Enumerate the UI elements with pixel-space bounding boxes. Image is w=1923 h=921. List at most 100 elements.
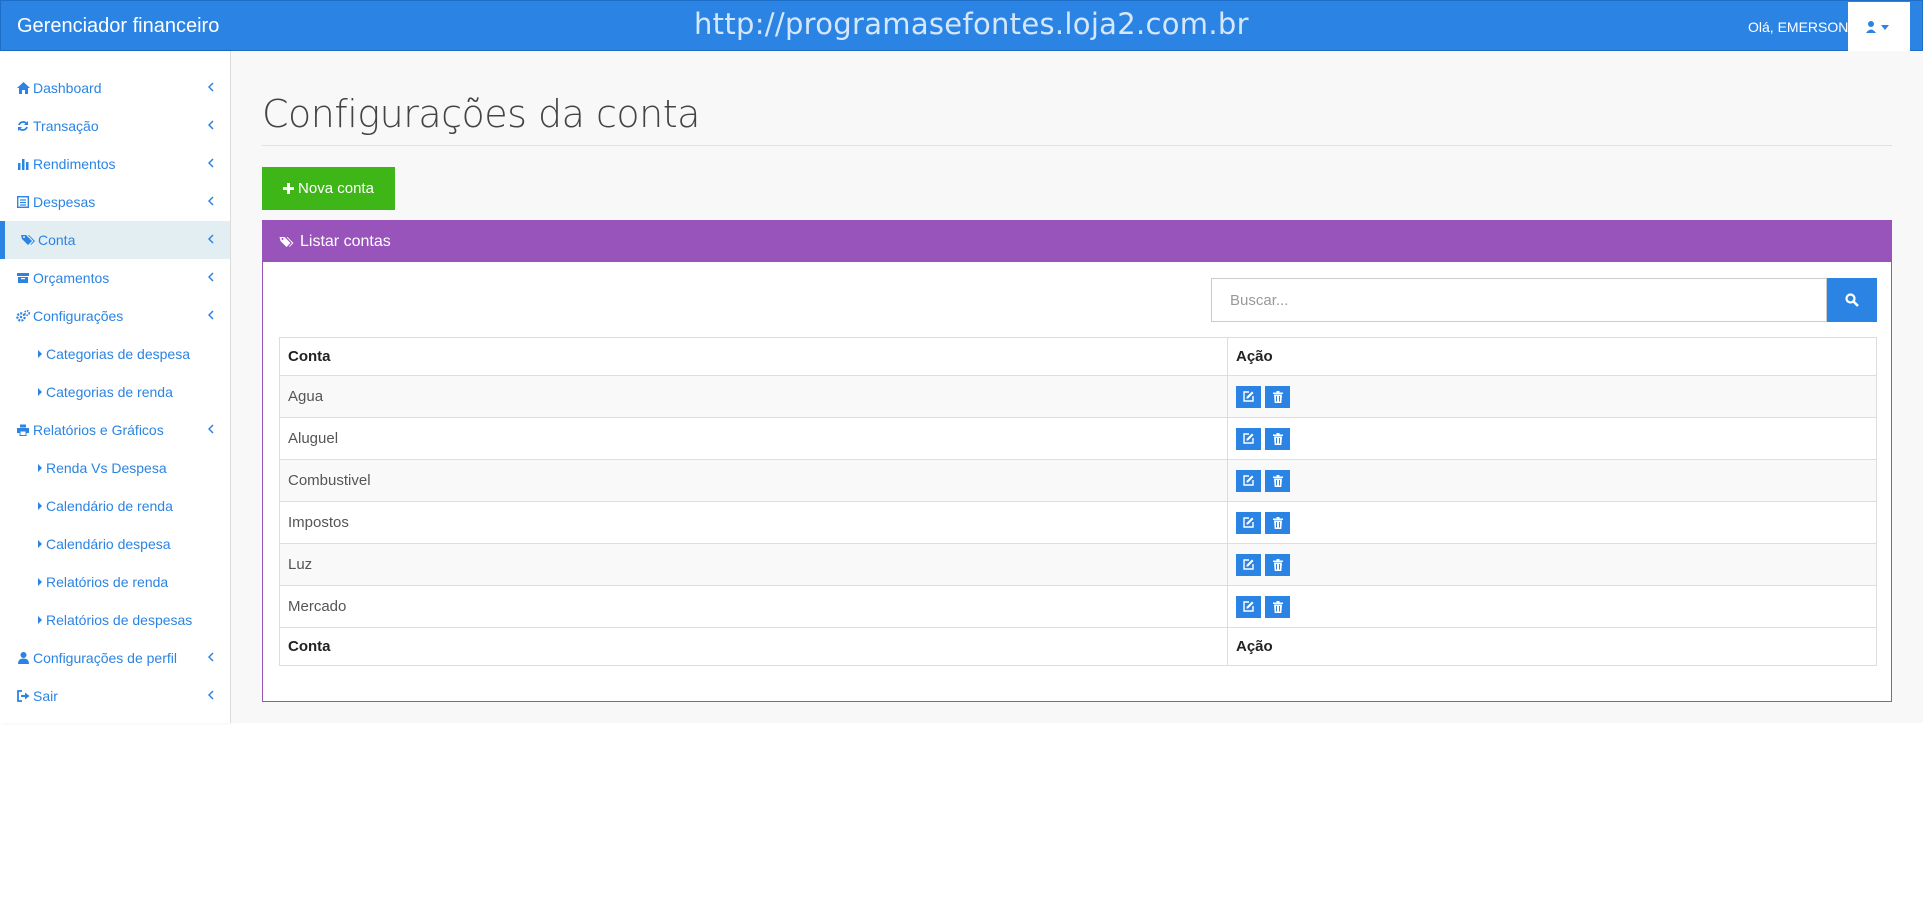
search-icon bbox=[1845, 293, 1859, 307]
row-actions bbox=[1227, 375, 1877, 418]
table-row: Mercado bbox=[279, 585, 1877, 628]
sidebar-item-relatorios-graficos[interactable]: Relatórios e Gráficos bbox=[0, 411, 230, 449]
user-greeting: Olá, EMERSON bbox=[1748, 19, 1849, 35]
delete-button[interactable] bbox=[1265, 553, 1290, 576]
caret-right-icon bbox=[38, 578, 42, 586]
sidebar-item-label: Transação bbox=[33, 118, 99, 134]
panel-title: Listar contas bbox=[300, 232, 391, 250]
print-icon bbox=[16, 423, 30, 437]
account-name: Mercado bbox=[279, 585, 1228, 628]
top-navbar: Gerenciador financeiro http://programase… bbox=[0, 0, 1923, 51]
sidebar-subitem-renda-vs-despesa[interactable]: Renda Vs Despesa bbox=[0, 449, 230, 487]
edit-icon bbox=[1243, 475, 1254, 486]
edit-icon bbox=[1243, 433, 1254, 444]
user-dropdown-icon bbox=[1866, 21, 1889, 33]
table-footer-row: Conta Ação bbox=[279, 627, 1877, 666]
column-footer-acao: Ação bbox=[1227, 627, 1877, 666]
account-name: Luz bbox=[279, 543, 1228, 586]
table-row: Combustivel bbox=[279, 459, 1877, 502]
list-icon bbox=[16, 195, 30, 209]
trash-icon bbox=[1272, 432, 1283, 445]
sidebar-item-sair[interactable]: Sair bbox=[0, 677, 230, 715]
chevron-left-icon bbox=[208, 234, 214, 244]
sidebar-item-configuracoes-perfil[interactable]: Configurações de perfil bbox=[0, 639, 230, 677]
sidebar-item-rendimentos[interactable]: Rendimentos bbox=[0, 145, 230, 183]
sidebar-subitem-categorias-renda[interactable]: Categorias de renda bbox=[0, 373, 230, 411]
delete-button[interactable] bbox=[1265, 595, 1290, 618]
sidebar-subitem-relatorios-despesas[interactable]: Relatórios de despesas bbox=[0, 601, 230, 639]
chevron-left-icon bbox=[208, 272, 214, 282]
table-row: Impostos bbox=[279, 501, 1877, 544]
edit-icon bbox=[1243, 517, 1254, 528]
sidebar: Dashboard Transação Rendimentos Despesas… bbox=[0, 51, 231, 723]
sidebar-item-label: Renda Vs Despesa bbox=[46, 460, 167, 476]
caret-right-icon bbox=[38, 616, 42, 624]
sidebar-item-label: Categorias de despesa bbox=[46, 346, 190, 362]
chevron-left-icon bbox=[208, 82, 214, 92]
brand-title[interactable]: Gerenciador financeiro bbox=[17, 15, 219, 38]
page-title: Configurações da conta bbox=[262, 92, 700, 136]
gears-icon bbox=[16, 309, 30, 323]
chevron-left-icon bbox=[208, 158, 214, 168]
row-actions bbox=[1227, 501, 1877, 544]
edit-button[interactable] bbox=[1236, 595, 1261, 618]
tags-icon bbox=[279, 236, 294, 247]
archive-icon bbox=[16, 271, 30, 285]
edit-button[interactable] bbox=[1236, 511, 1261, 534]
sidebar-subitem-categorias-despesa[interactable]: Categorias de despesa bbox=[0, 335, 230, 373]
home-icon bbox=[16, 81, 30, 95]
sidebar-item-configuracoes[interactable]: Configurações bbox=[0, 297, 230, 335]
sidebar-item-label: Categorias de renda bbox=[46, 384, 173, 400]
sidebar-item-transacao[interactable]: Transação bbox=[0, 107, 230, 145]
account-name: Combustivel bbox=[279, 459, 1228, 502]
user-icon bbox=[16, 651, 30, 665]
trash-icon bbox=[1272, 474, 1283, 487]
sidebar-subitem-calendario-renda[interactable]: Calendário de renda bbox=[0, 487, 230, 525]
search-input[interactable]: Buscar... bbox=[1211, 278, 1827, 322]
refresh-icon bbox=[16, 119, 30, 133]
sidebar-item-label: Sair bbox=[33, 688, 58, 704]
sidebar-item-conta[interactable]: Conta bbox=[0, 221, 230, 259]
sidebar-item-orcamentos[interactable]: Orçamentos bbox=[0, 259, 230, 297]
sidebar-item-dashboard[interactable]: Dashboard bbox=[0, 69, 230, 107]
sidebar-item-despesas[interactable]: Despesas bbox=[0, 183, 230, 221]
row-actions bbox=[1227, 543, 1877, 586]
sidebar-item-label: Relatórios de despesas bbox=[46, 612, 193, 628]
delete-button[interactable] bbox=[1265, 469, 1290, 492]
row-actions bbox=[1227, 417, 1877, 460]
trash-icon bbox=[1272, 390, 1283, 403]
caret-right-icon bbox=[38, 502, 42, 510]
sidebar-subitem-relatorios-renda[interactable]: Relatórios de renda bbox=[0, 563, 230, 601]
delete-button[interactable] bbox=[1265, 385, 1290, 408]
column-footer-conta: Conta bbox=[279, 627, 1228, 666]
sidebar-item-label: Configurações bbox=[33, 308, 124, 324]
edit-button[interactable] bbox=[1236, 427, 1261, 450]
delete-button[interactable] bbox=[1265, 427, 1290, 450]
sign-out-icon bbox=[16, 689, 30, 703]
column-header-acao[interactable]: Ação bbox=[1227, 337, 1877, 376]
column-header-conta[interactable]: Conta bbox=[279, 337, 1228, 376]
trash-icon bbox=[1272, 516, 1283, 529]
user-menu-button[interactable] bbox=[1848, 2, 1910, 51]
search-button[interactable] bbox=[1827, 278, 1877, 322]
tags-icon bbox=[21, 233, 35, 247]
sidebar-item-label: Rendimentos bbox=[33, 156, 116, 172]
new-account-label: Nova conta bbox=[298, 180, 374, 197]
edit-icon bbox=[1243, 391, 1254, 402]
chevron-left-icon bbox=[208, 652, 214, 662]
sidebar-item-label: Calendário de renda bbox=[46, 498, 173, 514]
title-divider bbox=[262, 145, 1892, 146]
edit-button[interactable] bbox=[1236, 469, 1261, 492]
watermark-url: http://programasefontes.loja2.com.br bbox=[694, 7, 1249, 41]
bar-chart-icon bbox=[16, 157, 30, 171]
delete-button[interactable] bbox=[1265, 511, 1290, 534]
chevron-left-icon bbox=[208, 424, 214, 434]
edit-button[interactable] bbox=[1236, 385, 1261, 408]
chevron-left-icon bbox=[208, 120, 214, 130]
sidebar-item-label: Conta bbox=[38, 232, 76, 248]
trash-icon bbox=[1272, 600, 1283, 613]
edit-button[interactable] bbox=[1236, 553, 1261, 576]
chevron-left-icon bbox=[208, 196, 214, 206]
sidebar-subitem-calendario-despesa[interactable]: Calendário despesa bbox=[0, 525, 230, 563]
new-account-button[interactable]: Nova conta bbox=[262, 167, 395, 210]
